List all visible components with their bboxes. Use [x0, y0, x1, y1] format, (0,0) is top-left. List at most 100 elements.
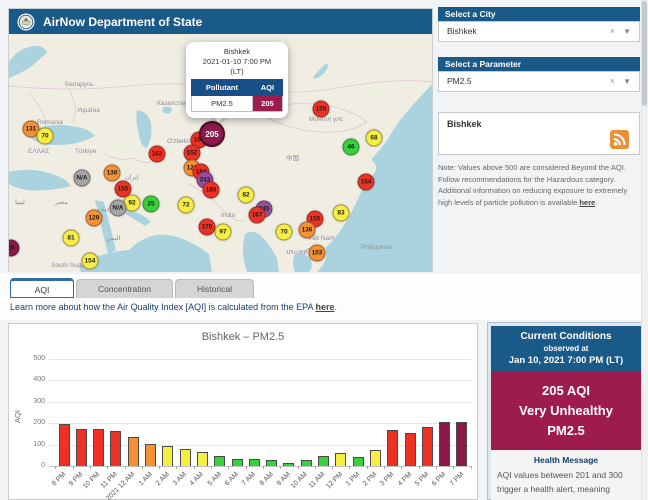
aqi-marker[interactable]: 103 — [309, 245, 326, 262]
aqi-chart-panel: Bishkek – PM2.5 AQI 01002003004005008 PM… — [8, 323, 478, 500]
chart-bar[interactable] — [266, 460, 277, 466]
current-conditions-header: Current Conditions observed at Jan 10, 2… — [491, 326, 641, 372]
map-place-label: اليمن — [106, 234, 120, 242]
tab-concentration[interactable]: Concentration — [76, 279, 173, 298]
chart-x-tick — [419, 466, 420, 469]
chart-x-tick — [228, 466, 229, 469]
chart-x-tick-label: 2 PM — [362, 471, 379, 488]
aqi-map[interactable]: БеларусьУкраїнаRomaniaΕΛΛΑΣTürkiyeКазахс… — [9, 34, 432, 272]
chart-x-tick — [401, 466, 402, 469]
aqi-marker[interactable]: 72 — [178, 197, 195, 214]
city-select[interactable]: Bishkek × ▼ — [438, 21, 640, 42]
chart-bar[interactable] — [405, 433, 416, 466]
chart-bar[interactable] — [145, 444, 156, 466]
aqi-marker[interactable]: 138 — [104, 165, 121, 182]
map-place-label: 中国 — [286, 152, 299, 162]
chart-bar[interactable] — [232, 459, 243, 466]
chart-bar[interactable] — [128, 437, 139, 466]
aqi-marker[interactable]: 81 — [63, 230, 80, 247]
map-place-label: Беларусь — [65, 81, 93, 88]
aqi-marker[interactable]: N/A — [74, 170, 91, 187]
aqi-marker[interactable]: 180 — [203, 182, 220, 199]
chart-bar[interactable] — [456, 422, 467, 466]
aqi-marker[interactable]: 129 — [86, 210, 103, 227]
aqi-marker[interactable]: 167 — [249, 207, 266, 224]
chart-x-tick — [107, 466, 108, 469]
chart-bar[interactable] — [387, 430, 398, 466]
rss-icon[interactable] — [609, 130, 630, 149]
chart-bar[interactable] — [110, 431, 121, 466]
parameter-select[interactable]: PM2.5 × ▼ — [438, 71, 640, 92]
chart-bar[interactable] — [370, 450, 381, 466]
chart-y-tick-label: 500 — [19, 355, 45, 362]
aqi-marker[interactable]: 46 — [343, 139, 360, 156]
aqi-marker[interactable]: 136 — [299, 222, 316, 239]
chevron-down-icon[interactable]: ▼ — [623, 22, 631, 41]
aqi-marker[interactable]: 170 — [199, 219, 216, 236]
chart-bar[interactable] — [59, 424, 70, 466]
chart-x-tick-label: 3 PM — [379, 471, 396, 488]
chart-x-tick — [332, 466, 333, 469]
map-card: AirNow Department of State — [8, 8, 433, 272]
current-conditions-title: Current Conditions — [493, 331, 639, 342]
chart-gridline — [49, 380, 471, 381]
chart-gridline — [49, 466, 471, 467]
chart-bar[interactable] — [249, 459, 260, 466]
feed-city-title: Bishkek — [439, 113, 639, 129]
app-title: AirNow Department of State — [43, 15, 202, 29]
chart-x-tick-label: 6 PM — [431, 471, 448, 488]
aqi-marker[interactable]: 97 — [215, 224, 232, 241]
chart-bar[interactable] — [214, 456, 225, 466]
dos-seal-logo — [17, 13, 35, 31]
aqi-marker[interactable]: 154 — [82, 253, 99, 270]
scrollbar[interactable] — [641, 0, 648, 500]
chart-x-tick-label: 2 AM — [155, 471, 171, 487]
chart-bar[interactable] — [422, 427, 433, 466]
aqi-marker[interactable]: 25 — [143, 196, 160, 213]
map-place-label: مصر — [55, 198, 68, 206]
note-here-link[interactable]: here — [579, 198, 595, 207]
chart-bar[interactable] — [353, 457, 364, 466]
airnow-page: AirNow Department of State — [0, 0, 648, 500]
chart-bar[interactable] — [197, 452, 208, 466]
chart-x-tick-label: 7 PM — [448, 471, 465, 488]
popup-table: Pollutant AQI PM2.5 205 — [191, 79, 283, 112]
clear-icon[interactable]: × — [610, 22, 615, 41]
aqi-marker[interactable]: 26 — [9, 240, 20, 257]
aqi-marker[interactable]: 70 — [276, 224, 293, 241]
chart-x-tick — [349, 466, 350, 469]
current-pollutant: PM2.5 — [493, 421, 639, 441]
clear-icon[interactable]: × — [610, 72, 615, 91]
chart-bar[interactable] — [318, 456, 329, 466]
chart-bar[interactable] — [301, 460, 312, 466]
aqi-marker[interactable]: 82 — [238, 187, 255, 204]
chart-bar[interactable] — [162, 446, 173, 466]
chart-x-tick — [211, 466, 212, 469]
parameter-select-value: PM2.5 — [447, 76, 472, 86]
aqi-marker[interactable]: 205 — [199, 121, 225, 147]
tab-aqi[interactable]: AQI — [10, 278, 74, 298]
note-text: Note: Values above 500 are considered Be… — [438, 163, 627, 207]
chart-bar[interactable] — [93, 429, 104, 466]
chart-bar[interactable] — [335, 453, 346, 466]
learn-more-here-link[interactable]: here — [316, 302, 335, 312]
chevron-down-icon[interactable]: ▼ — [623, 72, 631, 91]
chart-bar[interactable] — [283, 463, 294, 466]
chart-bar[interactable] — [180, 449, 191, 466]
aqi-marker[interactable]: 68 — [366, 130, 383, 147]
chart-bar[interactable] — [439, 422, 450, 466]
aqi-marker[interactable]: 83 — [333, 205, 350, 222]
chart-x-tick — [298, 466, 299, 469]
aqi-marker[interactable]: 154 — [358, 174, 375, 191]
aqi-marker[interactable]: 162 — [149, 146, 166, 163]
tab-historical[interactable]: Historical — [175, 279, 254, 298]
map-place-label: Romania — [37, 119, 63, 126]
aqi-marker[interactable]: 155 — [313, 101, 330, 118]
chart-bar[interactable] — [76, 429, 87, 466]
city-select-value: Bishkek — [447, 26, 477, 36]
popup-city: Bishkek — [190, 47, 284, 57]
aqi-marker[interactable]: 70 — [37, 128, 54, 145]
scrollbar-thumb[interactable] — [642, 1, 647, 106]
aqi-marker[interactable]: N/A — [110, 200, 127, 217]
learn-more-text: Learn more about how the Air Quality Ind… — [10, 302, 316, 312]
